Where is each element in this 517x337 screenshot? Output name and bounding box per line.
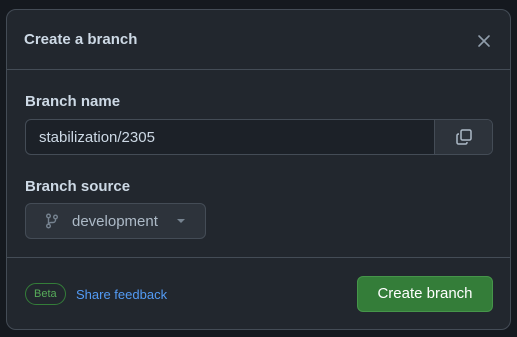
close-button[interactable]	[473, 30, 495, 52]
git-branch-icon	[46, 213, 58, 229]
close-icon	[478, 35, 490, 47]
dialog-header: Create a branch	[7, 10, 510, 70]
caret-down-icon	[177, 219, 185, 223]
copy-icon	[455, 129, 472, 145]
create-branch-button[interactable]: Create branch	[357, 276, 493, 312]
branch-source-value: development	[72, 213, 158, 230]
dialog-footer: Beta Share feedback Create branch	[7, 257, 510, 329]
branch-name-label: Branch name	[25, 93, 121, 110]
beta-badge: Beta	[25, 283, 66, 305]
branch-name-group	[25, 119, 493, 155]
create-branch-dialog: Create a branch Branch name Branch sourc…	[6, 9, 511, 330]
branch-source-dropdown[interactable]: development	[25, 203, 206, 239]
dialog-title: Create a branch	[24, 31, 138, 48]
branch-name-input[interactable]	[26, 120, 434, 154]
branch-source-label: Branch source	[25, 178, 131, 195]
share-feedback-link[interactable]: Share feedback	[76, 287, 167, 303]
copy-button[interactable]	[434, 120, 492, 154]
